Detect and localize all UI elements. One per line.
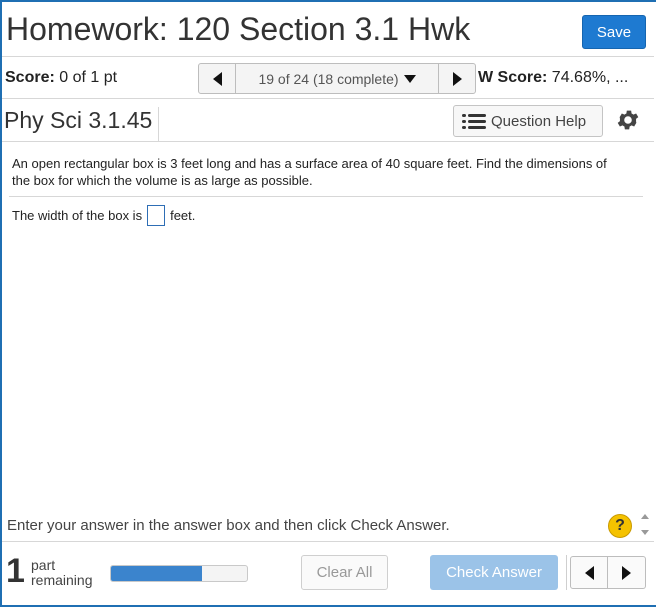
question-nav-label: 19 of 24 (18 complete) [258,70,399,87]
list-icon [462,113,486,129]
parts-label-line2: remaining [31,572,93,588]
question-nav-dropdown[interactable]: 19 of 24 (18 complete) [236,63,438,94]
instruction-bar: Enter your answer in the answer box and … [2,510,654,542]
gear-icon[interactable] [615,107,641,133]
hw-score: W Score: 74.68%, ... [478,69,654,87]
question-mark-icon[interactable]: ? [608,514,632,538]
score-bar: Score: 0 of 1 pt 19 of 24 (18 complete) … [2,58,654,99]
hw-score-label: W Score: [478,69,548,86]
divider [566,555,567,590]
previous-question-button[interactable] [198,63,236,94]
answer-input[interactable] [147,205,166,226]
question-header: Phy Sci 3.1.45 Question Help [2,100,654,142]
progress-fill [111,566,203,581]
answer-line: The width of the box is feet. [12,205,195,226]
parts-remaining-count: 1 [6,552,25,590]
score-label: Score: [5,69,55,86]
hw-score-value: 74.68%, ... [551,69,629,86]
page-title: Homework: 120 Section 3.1 Hwk [6,11,471,47]
scroll-down-icon[interactable] [641,530,649,535]
score: Score: 0 of 1 pt [5,69,117,87]
question-help-button[interactable]: Question Help [453,105,603,137]
header: Homework: 120 Section 3.1 Hwk Save [2,2,654,57]
question-id: Phy Sci 3.1.45 [4,107,160,141]
answer-suffix: feet. [170,208,196,223]
divider [9,196,643,197]
triangle-right-icon [452,71,462,86]
score-value: 0 of 1 pt [59,69,118,86]
footer: 1 part remaining Clear All Check Answer [2,543,654,605]
check-answer-button[interactable]: Check Answer [430,555,558,590]
footer-previous-button[interactable] [570,556,608,589]
question-help-label: Question Help [491,112,587,130]
triangle-down-icon [403,74,416,83]
footer-next-button[interactable] [608,556,646,589]
next-question-button[interactable] [438,63,476,94]
question-text: An open rectangular box is 3 feet long a… [12,156,607,188]
triangle-left-icon [212,71,222,86]
instruction-text: Enter your answer in the answer box and … [7,517,450,534]
answer-prefix: The width of the box is [12,208,143,223]
scroll-up-icon[interactable] [641,514,649,519]
progress-bar [110,565,248,582]
triangle-right-icon [622,565,631,580]
parts-remaining-label: part remaining [31,558,92,588]
triangle-left-icon [584,565,594,580]
clear-all-button[interactable]: Clear All [301,555,388,590]
parts-label-line1: part [31,557,56,573]
save-button[interactable]: Save [582,15,646,49]
